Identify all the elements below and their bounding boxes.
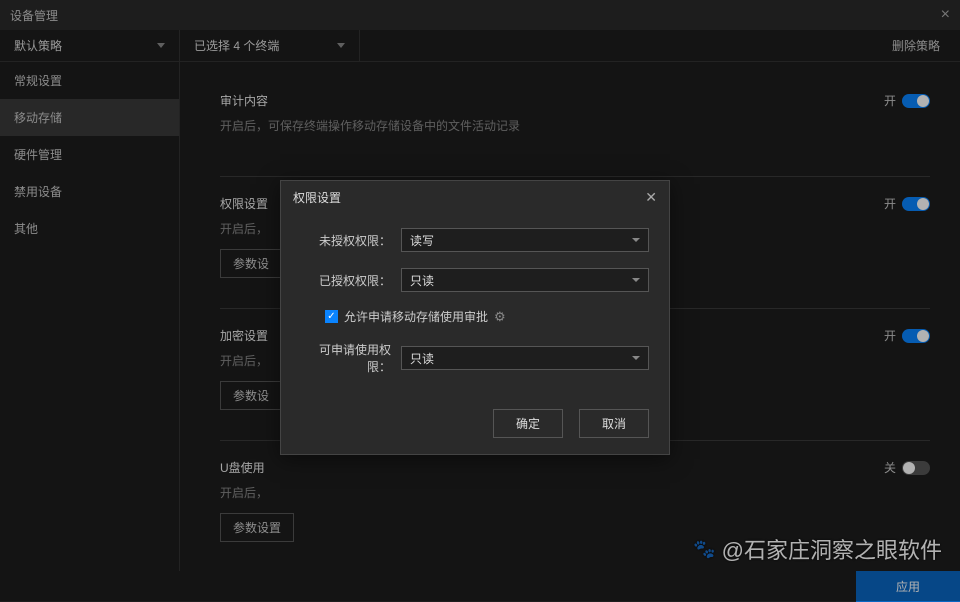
unauthorized-permission-select[interactable]: 读写	[401, 228, 649, 252]
applicable-permission-select[interactable]: 只读	[401, 346, 649, 370]
checkbox-label[interactable]: 允许申请移动存储使用审批	[344, 308, 488, 325]
cancel-button[interactable]: 取消	[579, 409, 649, 438]
form-row-applicable: 可申请使用权限： 只读	[301, 341, 649, 375]
allow-approval-checkbox-row: ✓ 允许申请移动存储使用审批 ⚙	[325, 308, 649, 325]
close-icon[interactable]: ✕	[645, 189, 657, 206]
form-row-authorized: 已授权权限： 只读	[301, 268, 649, 292]
chevron-down-icon	[632, 356, 640, 360]
modal-header: 权限设置 ✕	[281, 181, 669, 214]
form-label: 可申请使用权限：	[301, 341, 401, 375]
permission-settings-modal: 权限设置 ✕ 未授权权限： 读写 已授权权限： 只读 ✓ 允许申请移动存储使用审…	[280, 180, 670, 455]
modal-footer: 确定 取消	[281, 397, 669, 454]
checkbox-icon[interactable]: ✓	[325, 310, 338, 323]
form-label: 未授权权限：	[301, 232, 401, 249]
form-row-unauthorized: 未授权权限： 读写	[301, 228, 649, 252]
ok-button[interactable]: 确定	[493, 409, 563, 438]
gear-icon[interactable]: ⚙	[494, 309, 506, 325]
chevron-down-icon	[632, 238, 640, 242]
modal-title: 权限设置	[293, 189, 341, 206]
authorized-permission-select[interactable]: 只读	[401, 268, 649, 292]
modal-body: 未授权权限： 读写 已授权权限： 只读 ✓ 允许申请移动存储使用审批 ⚙ 可申请…	[281, 214, 669, 397]
chevron-down-icon	[632, 278, 640, 282]
form-label: 已授权权限：	[301, 272, 401, 289]
